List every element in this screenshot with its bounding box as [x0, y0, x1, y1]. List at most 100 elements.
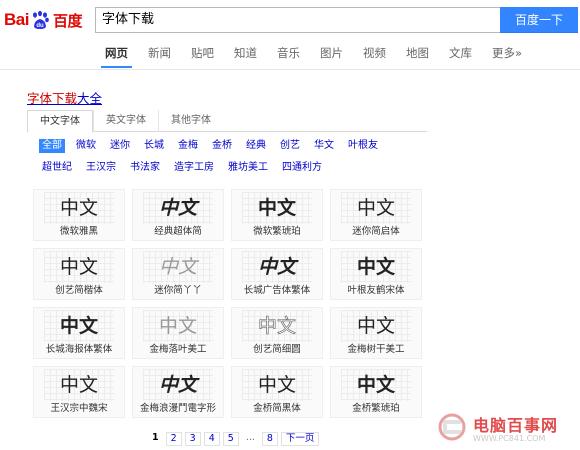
nav-tab-web[interactable]: 网页 [101, 44, 132, 68]
filter-item[interactable]: 四通利方 [279, 161, 325, 175]
result-title-link[interactable]: 字体下载大全 [27, 88, 102, 107]
font-sample: 中文 [242, 251, 312, 283]
page-current: 1 [152, 432, 159, 443]
font-name: 金梅浪漫鬥電字形 [139, 403, 216, 414]
nav-tab-more[interactable]: 更多» [492, 44, 522, 68]
font-grid: 中文 微软雅黑 中文 经典超体简 中文 微软繁琥珀 中文 迷你简启体 中文 创艺简楷体 中… [33, 189, 423, 418]
font-card[interactable]: 中文 微软繁琥珀 [231, 189, 323, 241]
font-card[interactable]: 中文 创艺简楷体 [33, 248, 125, 300]
font-name: 叶根友鹤宋体 [347, 285, 405, 296]
filter-item[interactable]: 超世纪 [39, 161, 75, 175]
font-sample: 中文 [341, 369, 411, 401]
filter-item[interactable]: 华文 [311, 139, 337, 153]
page-link[interactable]: 3 [184, 432, 201, 446]
watermark-url: WWW.PC841.COM [473, 434, 546, 443]
svg-text:du: du [36, 23, 44, 29]
logo-text-cn: 百度 [52, 12, 83, 30]
watermark: 电脑百事网 WWW.PC841.COM [437, 410, 577, 448]
font-sample: 中文 [242, 310, 312, 342]
font-card[interactable]: 中文 王汉宗中魏宋 [33, 366, 125, 418]
font-sample: 中文 [143, 369, 213, 401]
font-name: 金梅树干美工 [347, 344, 405, 355]
font-sample: 中文 [44, 369, 114, 401]
filter-item[interactable]: 微软 [73, 139, 99, 153]
paw-icon: du [30, 10, 50, 30]
baidu-logo[interactable]: Bai du 百度 [4, 8, 82, 32]
search-button[interactable]: 百度一下 [500, 7, 578, 33]
nav-tab-zhidao[interactable]: 知道 [234, 44, 257, 68]
font-card[interactable]: 中文 迷你简丫丫 [132, 248, 224, 300]
tab-chinese-fonts[interactable]: 中文字体 [27, 110, 93, 133]
font-card[interactable]: 中文 长城海报体繁体 [33, 307, 125, 359]
filter-item[interactable]: 书法家 [127, 161, 163, 175]
font-name: 创艺简细圆 [253, 344, 301, 355]
filter-item[interactable]: 迷你 [107, 139, 133, 153]
filter-item[interactable]: 长城 [141, 139, 167, 153]
font-name: 金梅落叶美工 [149, 344, 207, 355]
header: Bai du 百度 字体下载 百度一下 网页 新闻 贴吧 知道 音乐 图片 视频… [0, 0, 580, 70]
font-sample: 中文 [242, 369, 312, 401]
filter-item[interactable]: 经典 [243, 139, 269, 153]
font-sample: 中文 [341, 251, 411, 283]
filter-item[interactable]: 金梅 [175, 139, 201, 153]
filter-item[interactable]: 王汉宗 [83, 161, 119, 175]
font-name: 微软繁琥珀 [253, 226, 301, 237]
filter-item[interactable]: 造字工房 [171, 161, 217, 175]
page-link[interactable]: 8 [261, 432, 278, 446]
font-card[interactable]: 中文 经典超体简 [132, 189, 224, 241]
watermark-logo-icon [438, 413, 466, 441]
tab-other-fonts[interactable]: 其他字体 [158, 110, 223, 132]
font-card[interactable]: 中文 迷你简启体 [330, 189, 422, 241]
font-sample: 中文 [143, 310, 213, 342]
font-card[interactable]: 中文 金梅落叶美工 [132, 307, 224, 359]
font-card[interactable]: 中文 叶根友鹤宋体 [330, 248, 422, 300]
next-page-button[interactable]: 下一页 [280, 432, 320, 446]
font-sample: 中文 [242, 192, 312, 224]
page-link[interactable]: 5 [222, 432, 239, 446]
font-sample: 中文 [341, 192, 411, 224]
search-input[interactable]: 字体下载 [95, 7, 500, 33]
font-name: 创艺简楷体 [55, 285, 103, 296]
nav-tab-tieba[interactable]: 贴吧 [191, 44, 214, 68]
result-title-highlight: 字体下载 [27, 91, 78, 106]
filter-item[interactable]: 雅坊美工 [225, 161, 271, 175]
font-card[interactable]: 中文金梅浪漫鬥電字形 [132, 366, 224, 418]
tab-english-fonts[interactable]: 英文字体 [93, 110, 158, 132]
font-card[interactable]: 中文 创艺简细圆 [231, 307, 323, 359]
font-sample: 中文 [143, 251, 213, 283]
font-card[interactable]: 中文 金桥繁琥珀 [330, 366, 422, 418]
font-card[interactable]: 中文 金梅树干美工 [330, 307, 422, 359]
font-filter-list: 全部 微软 迷你 长城 金梅 金桥 经典 创艺 华文 叶根友 超世纪 王汉宗 书… [39, 139, 419, 183]
nav-tab-wenku[interactable]: 文库 [449, 44, 472, 68]
font-card[interactable]: 中文 微软雅黑 [33, 189, 125, 241]
page-ellipsis: ... [245, 432, 255, 443]
font-card[interactable]: 中文 长城广告体繁体 [231, 248, 323, 300]
nav-tab-news[interactable]: 新闻 [148, 44, 171, 68]
filter-all[interactable]: 全部 [39, 139, 65, 153]
font-name: 金桥繁琥珀 [352, 403, 400, 414]
filter-item[interactable]: 创艺 [277, 139, 303, 153]
result-title-rest: 大全 [77, 91, 103, 106]
font-name: 王汉宗中魏宋 [50, 403, 108, 414]
font-name: 微软雅黑 [59, 226, 98, 237]
page-link[interactable]: 2 [165, 432, 182, 446]
font-name: 经典超体简 [154, 226, 202, 237]
font-sample: 中文 [44, 310, 114, 342]
filter-item[interactable]: 金桥 [209, 139, 235, 153]
font-name: 迷你简启体 [352, 226, 400, 237]
page-link[interactable]: 4 [203, 432, 220, 446]
font-sample: 中文 [341, 310, 411, 342]
font-name: 迷你简丫丫 [154, 285, 202, 296]
font-card-panel: 中文字体 英文字体 其他字体 全部 微软 迷你 长城 金梅 金桥 经典 创艺 华… [27, 110, 427, 450]
nav-tab-images[interactable]: 图片 [320, 44, 343, 68]
font-name: 长城广告体繁体 [243, 285, 311, 296]
filter-item[interactable]: 叶根友 [345, 139, 381, 153]
nav-tab-music[interactable]: 音乐 [277, 44, 300, 68]
font-card[interactable]: 中文 金桥简黑体 [231, 366, 323, 418]
nav-tab-video[interactable]: 视频 [363, 44, 386, 68]
font-sample: 中文 [44, 251, 114, 283]
logo-text-bai: Bai [4, 10, 29, 29]
nav-tab-map[interactable]: 地图 [406, 44, 429, 68]
font-category-tabs: 中文字体 英文字体 其他字体 [27, 110, 427, 133]
watermark-text: 电脑百事网 [473, 416, 559, 435]
